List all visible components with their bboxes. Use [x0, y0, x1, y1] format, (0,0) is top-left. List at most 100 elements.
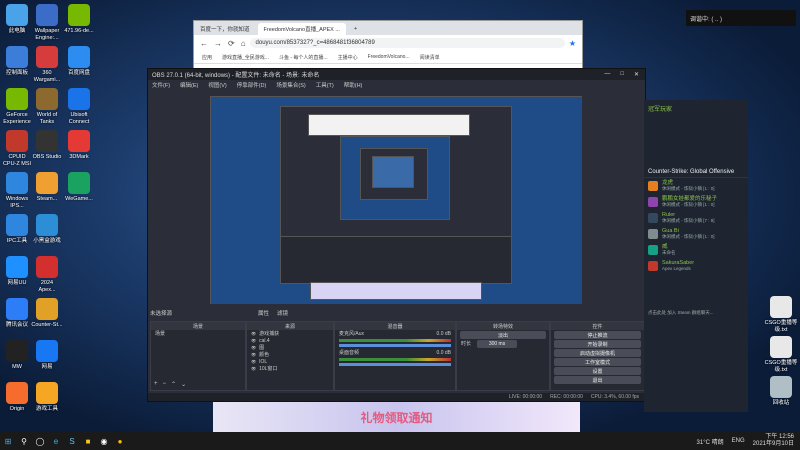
visibility-icon[interactable]: 👁: [251, 331, 256, 336]
desktop-shortcut[interactable]: 360 Wargami...: [30, 46, 64, 84]
language-indicator[interactable]: ENG: [732, 438, 745, 444]
desktop-shortcut[interactable]: IPC工具: [0, 214, 34, 245]
desktop-shortcut[interactable]: World of Tanks: [30, 88, 64, 126]
visibility-icon[interactable]: 👁: [251, 366, 256, 371]
duration-input[interactable]: 300 ms: [477, 339, 518, 348]
desktop-shortcut[interactable]: Counter-St...: [30, 298, 64, 329]
desktop-shortcut[interactable]: MW: [0, 340, 34, 371]
desktop-shortcut[interactable]: GeForce Experience: [0, 88, 34, 126]
transition-select[interactable]: 淡出: [460, 331, 546, 339]
filters-tab[interactable]: 滤镜: [277, 309, 288, 317]
gift-banner[interactable]: 礼物领取通知: [213, 402, 580, 432]
forward-icon[interactable]: →: [214, 39, 222, 48]
desktop-shortcut[interactable]: Steam...: [30, 172, 64, 203]
remove-icon[interactable]: −: [163, 381, 167, 388]
url-input[interactable]: douyu.com/8537327?_c=4868481f36804789: [249, 38, 565, 48]
desktop-shortcut[interactable]: 3DMark: [62, 130, 96, 161]
browser-tab-baidu[interactable]: 百度一下，你就知道: [194, 23, 256, 35]
search-icon[interactable]: ⚲: [16, 433, 32, 449]
friend-row[interactable]: 威未命名: [644, 242, 748, 258]
desktop-shortcut[interactable]: 网易: [30, 340, 64, 371]
desktop-shortcut[interactable]: Windows IPS...: [0, 172, 34, 210]
desktop-shortcut[interactable]: 网易UU: [0, 256, 34, 287]
taskbar-steam-icon[interactable]: S: [64, 433, 80, 449]
maximize-icon[interactable]: □: [620, 71, 624, 78]
up-icon[interactable]: ⌃: [171, 381, 176, 388]
desktop-shortcut[interactable]: CPUID CPU-Z MSI: [0, 130, 34, 168]
desktop-shortcut[interactable]: OBS Studio: [30, 130, 64, 161]
chrome-browser-window[interactable]: 百度一下，你就知道 FreedomVolcano直播_APEX ... + ← …: [193, 20, 583, 70]
clock[interactable]: 下午 12:56 2021年9月10日: [753, 434, 794, 448]
taskbar-explorer-icon[interactable]: ■: [80, 433, 96, 449]
taskbar-chrome-icon[interactable]: ●: [112, 433, 128, 449]
friend-row[interactable]: SakuraSaber Apex Legends: [644, 258, 748, 274]
new-tab-button[interactable]: +: [347, 23, 364, 35]
bookmark-item[interactable]: 斗鱼 - 每个人的直播...: [279, 54, 328, 61]
obs-control-button[interactable]: 启动虚拟摄像机: [554, 349, 641, 357]
source-item[interactable]: 👁 游戏捕获: [247, 330, 333, 337]
friend-row[interactable]: 龙虎 休闲模式 - 炼狱小镇 [1 : 0]: [644, 178, 748, 194]
obs-control-button[interactable]: 开始录制: [554, 340, 641, 348]
properties-tab[interactable]: 属性: [258, 309, 269, 317]
star-icon[interactable]: ★: [569, 39, 576, 48]
source-item[interactable]: 👁 IOL: [247, 358, 333, 365]
start-button[interactable]: ⊞: [0, 433, 16, 449]
source-item[interactable]: 👁 图: [247, 344, 333, 351]
task-view-icon[interactable]: ◯: [32, 433, 48, 449]
obs-control-button[interactable]: 设置: [554, 367, 641, 375]
desktop-shortcut[interactable]: CSGO重播等级.txt: [764, 336, 798, 374]
source-item[interactable]: 👁 颜色: [247, 351, 333, 358]
obs-window[interactable]: OBS 27.0.1 (64-bit, windows) - 配置文件: 未命名…: [147, 68, 646, 402]
desktop-shortcut[interactable]: 腾讯会议: [0, 298, 34, 329]
minimize-icon[interactable]: —: [604, 71, 610, 78]
friend-row[interactable]: Ruler 休闲模式 - 炼狱小镇 [7 : 8]: [644, 210, 748, 226]
source-item[interactable]: 👁 cal.4: [247, 337, 333, 344]
obs-menu-item[interactable]: 帮助(H): [344, 81, 363, 89]
close-icon[interactable]: ✕: [634, 71, 639, 78]
visibility-icon[interactable]: 👁: [251, 345, 256, 350]
obs-menu-item[interactable]: 视图(V): [208, 81, 226, 89]
desktop-shortcut[interactable]: Origin: [0, 382, 34, 413]
home-icon[interactable]: ⌂: [241, 39, 246, 48]
bookmark-item[interactable]: 主播中心: [338, 54, 358, 61]
obs-preview-canvas[interactable]: [210, 96, 582, 304]
bookmark-item[interactable]: 游戏直播_全民游戏...: [222, 54, 269, 61]
desktop-shortcut[interactable]: 游戏工具: [30, 382, 64, 413]
obs-control-button[interactable]: 退出: [554, 376, 641, 384]
reload-icon[interactable]: ⟳: [228, 39, 235, 48]
visibility-icon[interactable]: 👁: [251, 338, 256, 343]
desktop-shortcut[interactable]: 471.96-de...: [62, 4, 96, 35]
desktop-shortcut[interactable]: CSGO重播等级.txt: [764, 296, 798, 334]
obs-menu-item[interactable]: 工具(T): [316, 81, 334, 89]
desktop-volume-slider[interactable]: [339, 363, 451, 366]
desktop-shortcut[interactable]: 控制面板: [0, 46, 34, 77]
source-item[interactable]: 👁 10L窗口: [247, 365, 333, 372]
desktop-shortcut[interactable]: Ubisoft Connect: [62, 88, 96, 126]
bookmark-item[interactable]: FreedomVolcano...: [368, 54, 410, 60]
obs-control-button[interactable]: 工作室模式: [554, 358, 641, 366]
desktop-shortcut[interactable]: Wallpaper Engine:...: [30, 4, 64, 42]
add-icon[interactable]: +: [154, 381, 158, 388]
back-icon[interactable]: ←: [200, 39, 208, 48]
desktop-shortcut[interactable]: 此电脑: [0, 4, 34, 35]
friend-row[interactable]: Gua Bi 休闲模式 - 炼狱小镇 [1 : 0]: [644, 226, 748, 242]
steam-group-chat-hint[interactable]: 点击此处 加入 Steam 群组聊天...: [648, 310, 714, 316]
taskbar-edge-icon[interactable]: e: [48, 433, 64, 449]
desktop-shortcut[interactable]: 小黑盒游戏: [30, 214, 64, 245]
weather-widget[interactable]: 31°C 晴朗: [697, 437, 724, 446]
obs-menu-item[interactable]: 文件(F): [152, 81, 170, 89]
visibility-icon[interactable]: 👁: [251, 359, 256, 364]
mic-volume-slider[interactable]: [339, 344, 451, 347]
browser-tab-douyu[interactable]: FreedomVolcano直播_APEX ...: [257, 23, 346, 35]
down-icon[interactable]: ⌄: [181, 381, 186, 388]
desktop-shortcut[interactable]: 百度网盘: [62, 46, 96, 77]
bookmark-item[interactable]: 阅读清单: [420, 54, 440, 61]
taskbar-obs-icon[interactable]: ◉: [96, 433, 112, 449]
obs-menu-item[interactable]: 场景集合(S): [276, 81, 305, 89]
desktop-shortcut[interactable]: WeGame...: [62, 172, 96, 203]
scene-item[interactable]: 场景: [151, 330, 245, 337]
bookmark-item[interactable]: 应用: [202, 54, 212, 61]
visibility-icon[interactable]: 👁: [251, 352, 256, 357]
obs-control-button[interactable]: 停止推流: [554, 331, 641, 339]
obs-menu-item[interactable]: 编辑(E): [180, 81, 198, 89]
